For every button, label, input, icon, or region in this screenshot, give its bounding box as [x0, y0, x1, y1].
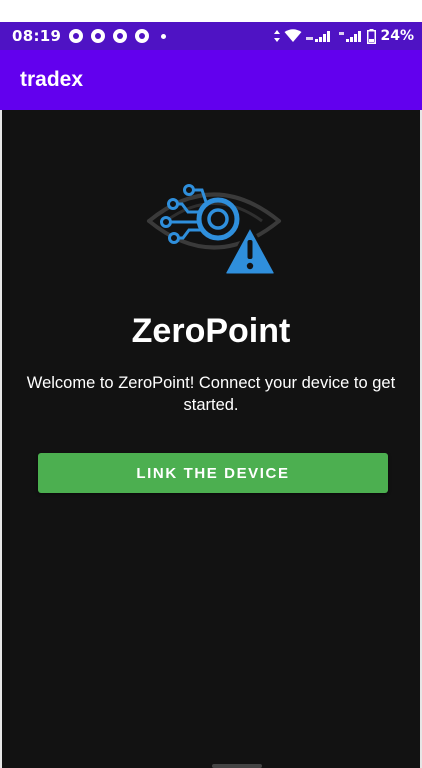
data-transfer-icon [274, 30, 281, 42]
welcome-message: Welcome to ZeroPoint! Connect your devic… [26, 374, 396, 414]
battery-icon [367, 28, 377, 44]
link-device-button[interactable]: LINK THE DEVICE [38, 453, 388, 493]
signal-strength-icon [339, 31, 362, 42]
app-bar-title: tradex [20, 68, 84, 91]
notification-icon [113, 29, 128, 43]
wifi-icon [284, 29, 302, 42]
notification-icons [69, 29, 167, 43]
notification-icon [135, 29, 150, 43]
status-right: 24% [270, 28, 414, 44]
app-bar: tradex [0, 50, 422, 110]
notification-icon [69, 29, 84, 43]
eye-circuit-warning-icon [147, 184, 281, 277]
more-notifications-dot-icon [161, 33, 167, 39]
notification-icon [91, 29, 106, 43]
screen-top-strip [0, 0, 422, 22]
navigation-handle[interactable] [212, 764, 262, 768]
status-time: 08:19 [12, 27, 62, 45]
main-content: ZeroPoint Welcome to ZeroPoint! Connect … [0, 110, 422, 768]
status-left: 08:19 [12, 27, 167, 45]
signal-strength-icon [306, 31, 331, 42]
app-name-heading: ZeroPoint [131, 312, 291, 350]
status-bar: 08:19 24% [0, 22, 422, 50]
battery-level: 24% [380, 28, 414, 44]
